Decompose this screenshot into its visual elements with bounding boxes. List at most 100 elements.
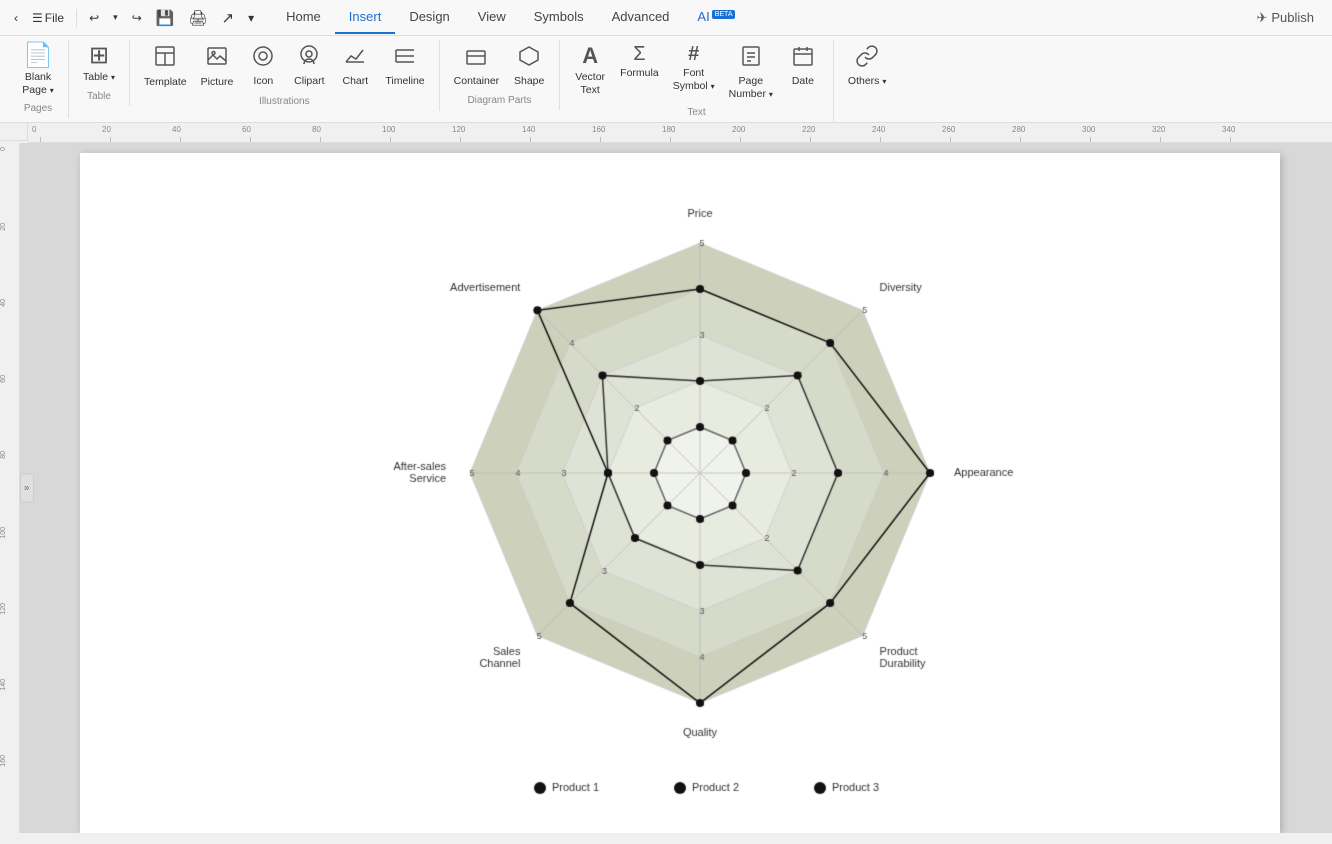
- menu-bar: ‹ ☰ File ↩ ▾ ↪ 💾 🖨 ↗ ▾ Home Insert Desig…: [0, 0, 1332, 36]
- vertical-ruler: 020406080100120140160: [0, 143, 20, 833]
- vector-text-label: VectorText: [575, 71, 605, 96]
- sidebar-toggle[interactable]: »: [20, 474, 34, 503]
- template-label: Template: [144, 76, 187, 89]
- more-button[interactable]: ▾: [242, 7, 260, 29]
- tab-home[interactable]: Home: [272, 1, 335, 34]
- table-button[interactable]: ⊞ Table ▾: [77, 40, 121, 88]
- font-symbol-label: FontSymbol ▾: [673, 67, 715, 92]
- ribbon: 📄 BlankPage ▾ Pages ⊞ Table ▾ Table: [0, 36, 1332, 123]
- ribbon-group-table: ⊞ Table ▾ Table: [69, 40, 130, 106]
- icon-icon: [251, 44, 275, 72]
- menu-tabs: Home Insert Design View Symbols Advanced…: [272, 1, 749, 34]
- blank-page-icon: 📄: [23, 44, 53, 68]
- blank-page-label: BlankPage ▾: [22, 71, 53, 96]
- picture-label: Picture: [201, 76, 234, 89]
- others-button[interactable]: Others ▾: [842, 40, 892, 92]
- illustrations-group-label: Illustrations: [259, 96, 310, 107]
- tab-advanced[interactable]: Advanced: [598, 1, 684, 34]
- canvas-area: »: [20, 143, 1332, 833]
- diagram-parts-group-label: Diagram Parts: [467, 95, 531, 106]
- ruler-corner: [0, 123, 28, 141]
- undo-button[interactable]: ↩: [83, 7, 105, 29]
- ribbon-group-table-items: ⊞ Table ▾: [77, 40, 121, 88]
- page-number-button[interactable]: PageNumber ▾: [723, 40, 779, 104]
- clipart-label: Clipart: [294, 75, 324, 88]
- container-label: Container: [454, 75, 500, 88]
- icon-label: Icon: [253, 75, 273, 88]
- clipart-button[interactable]: Clipart: [287, 40, 331, 92]
- chart-button[interactable]: Chart: [333, 40, 377, 92]
- picture-button[interactable]: Picture: [195, 40, 240, 93]
- template-icon: [153, 44, 177, 73]
- ribbon-group-others-items: Others ▾: [842, 40, 892, 92]
- table-label: Table ▾: [83, 71, 115, 84]
- tab-design[interactable]: Design: [395, 1, 463, 34]
- chart-icon: [343, 44, 367, 72]
- template-button[interactable]: Template: [138, 40, 193, 93]
- export-icon: ↗: [222, 9, 235, 27]
- ribbon-group-illustrations-items: Template Picture: [138, 40, 431, 93]
- shape-label: Shape: [514, 75, 544, 88]
- ribbon-group-text: A VectorText Σ Formula # FontSymbol ▾: [560, 40, 834, 122]
- shape-button[interactable]: Shape: [507, 40, 551, 92]
- save-icon: 💾: [156, 9, 175, 27]
- container-icon: [464, 44, 488, 72]
- publish-icon: ✈: [1256, 10, 1267, 26]
- menu-bar-left: ‹ ☰ File ↩ ▾ ↪ 💾 🖨 ↗ ▾: [8, 5, 260, 31]
- icon-button[interactable]: Icon: [241, 40, 285, 92]
- ribbon-group-diagram-items: Container Shape: [448, 40, 552, 92]
- page-number-icon: [739, 44, 763, 72]
- hamburger-icon: ☰: [32, 11, 43, 25]
- timeline-label: Timeline: [385, 75, 424, 88]
- ribbon-group-pages: 📄 BlankPage ▾ Pages: [8, 40, 69, 118]
- blank-page-button[interactable]: 📄 BlankPage ▾: [16, 40, 60, 100]
- vector-text-button[interactable]: A VectorText: [568, 40, 612, 100]
- font-symbol-icon: #: [688, 44, 699, 64]
- timeline-icon: [393, 44, 417, 72]
- container-button[interactable]: Container: [448, 40, 506, 92]
- ribbon-group-pages-items: 📄 BlankPage ▾: [16, 40, 60, 100]
- publish-label: Publish: [1271, 10, 1314, 25]
- redo-button[interactable]: ↪: [126, 7, 148, 29]
- ribbon-group-illustrations: Template Picture: [130, 40, 440, 111]
- vector-text-icon: A: [582, 44, 598, 68]
- picture-icon: [205, 44, 229, 73]
- others-label: Others ▾: [848, 75, 886, 88]
- date-icon: [791, 44, 815, 72]
- export-button[interactable]: ↗: [216, 5, 241, 31]
- file-label: File: [45, 11, 64, 25]
- publish-button[interactable]: ✈ Publish: [1246, 6, 1324, 30]
- chart-label: Chart: [343, 75, 369, 88]
- print-icon: 🖨: [188, 9, 207, 27]
- text-group-label: Text: [687, 107, 705, 118]
- formula-button[interactable]: Σ Formula: [614, 40, 665, 84]
- tab-insert[interactable]: Insert: [335, 1, 396, 34]
- clipart-icon: [297, 44, 321, 72]
- tab-symbols[interactable]: Symbols: [520, 1, 598, 34]
- print-button[interactable]: 🖨: [182, 5, 213, 31]
- ribbon-group-diagram: Container Shape Diagram Parts: [440, 40, 561, 110]
- file-menu[interactable]: ☰ File: [26, 7, 70, 29]
- save-button[interactable]: 💾: [150, 5, 181, 31]
- horizontal-ruler: 0204060801001201401601802002202402602803…: [28, 123, 1332, 143]
- table-group-label: Table: [87, 91, 111, 102]
- date-button[interactable]: Date: [781, 40, 825, 92]
- back-button[interactable]: ‹: [8, 7, 24, 29]
- tab-ai[interactable]: AIBETA: [683, 1, 749, 34]
- undo-arrow[interactable]: ▾: [107, 8, 124, 27]
- timeline-button[interactable]: Timeline: [379, 40, 430, 92]
- table-icon: ⊞: [89, 44, 109, 68]
- font-symbol-button[interactable]: # FontSymbol ▾: [667, 40, 721, 96]
- ribbon-group-others: Others ▾: [834, 40, 900, 99]
- date-label: Date: [792, 75, 814, 88]
- formula-icon: Σ: [633, 44, 645, 64]
- shape-icon: [517, 44, 541, 72]
- pages-group-label: Pages: [24, 103, 52, 114]
- separator: [76, 9, 77, 27]
- canvas-page: [80, 153, 1280, 833]
- ribbon-group-text-items: A VectorText Σ Formula # FontSymbol ▾: [568, 40, 825, 104]
- ribbon-content: 📄 BlankPage ▾ Pages ⊞ Table ▾ Table: [0, 40, 1332, 122]
- page-number-label: PageNumber ▾: [729, 75, 773, 100]
- tab-view[interactable]: View: [464, 1, 520, 34]
- others-icon: [855, 44, 879, 72]
